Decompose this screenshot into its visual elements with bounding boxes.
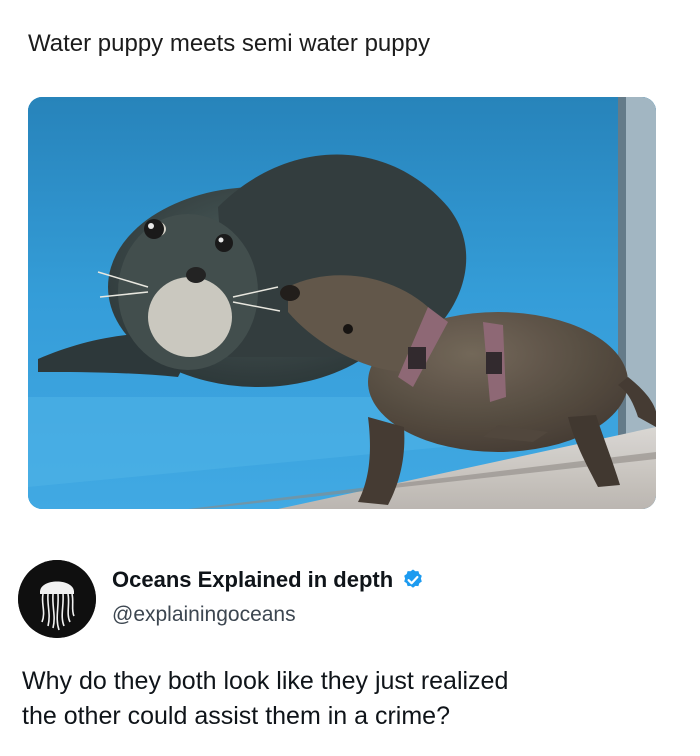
tweet-text: Why do they both look like they just rea… xyxy=(22,664,672,734)
verified-badge-icon xyxy=(401,568,425,592)
author-display-name[interactable]: Oceans Explained in depth xyxy=(112,567,393,593)
tweet-text-line: Why do they both look like they just rea… xyxy=(22,667,509,695)
sea-lion-and-otter-photo xyxy=(28,97,656,509)
meme-caption: Water puppy meets semi water puppy xyxy=(28,30,430,57)
avatar[interactable] xyxy=(18,560,96,638)
author-name-row: Oceans Explained in depth xyxy=(112,567,425,593)
author-handle[interactable]: @explainingoceans xyxy=(112,603,296,627)
tweet-card: Oceans Explained in depth @explainingoce… xyxy=(0,540,700,756)
jellyfish-icon xyxy=(18,560,96,638)
tweet-text-line: the other could assist them in a crime? xyxy=(22,702,450,730)
